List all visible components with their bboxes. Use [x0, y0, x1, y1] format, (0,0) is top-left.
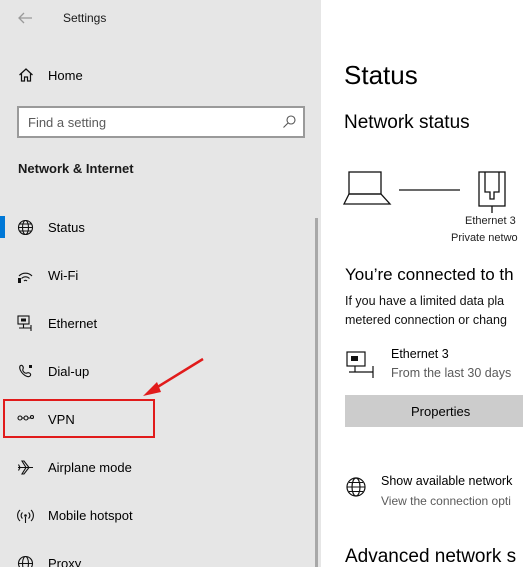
- description-text: If you have a limited data pla metered c…: [345, 292, 507, 330]
- sidebar-item-vpn[interactable]: VPN: [0, 397, 316, 441]
- diagram-adapter-name: Ethernet 3: [465, 215, 516, 227]
- title-bar: Settings: [0, 0, 321, 38]
- airplane-icon: [18, 460, 33, 475]
- home-icon: [19, 68, 33, 82]
- sidebar-item-label: Ethernet: [48, 316, 98, 331]
- app-title: Settings: [63, 11, 107, 25]
- home-nav-item[interactable]: Home: [0, 58, 321, 92]
- sidebar-item-label: Wi-Fi: [48, 268, 79, 283]
- wifi-icon: [18, 272, 33, 283]
- connected-heading: You’re connected to th: [345, 265, 514, 284]
- show-networks-desc: View the connection opti: [381, 494, 511, 508]
- adapter-usage: From the last 30 days: [391, 366, 512, 380]
- search-icon[interactable]: [281, 114, 297, 130]
- search-input[interactable]: [28, 113, 268, 131]
- sidebar-item-wifi[interactable]: Wi-Fi: [0, 253, 316, 297]
- description-line: metered connection or chang: [345, 313, 507, 327]
- back-arrow-icon[interactable]: [16, 9, 34, 27]
- sidebar: Settings Home Network & Internet Status …: [0, 0, 321, 567]
- home-label: Home: [48, 68, 83, 83]
- section-title: Network & Internet: [18, 161, 134, 176]
- sidebar-scrollbar[interactable]: [315, 218, 318, 567]
- description-line: If you have a limited data pla: [345, 294, 505, 308]
- sidebar-item-ethernet[interactable]: Ethernet: [0, 301, 316, 345]
- page-title: Status: [344, 60, 418, 90]
- ethernet-port-icon: [478, 171, 506, 213]
- globe-icon: [17, 219, 34, 236]
- laptop-icon: [343, 171, 392, 205]
- sidebar-item-label: VPN: [48, 412, 75, 427]
- sidebar-item-label: Airplane mode: [48, 460, 132, 475]
- show-networks-title: Show available network: [381, 474, 513, 488]
- network-status-title: Network status: [344, 112, 470, 133]
- vpn-icon: [17, 414, 34, 421]
- sidebar-item-label: Mobile hotspot: [48, 508, 133, 523]
- sidebar-item-label: Proxy: [48, 556, 82, 567]
- active-indicator: [0, 216, 5, 238]
- sidebar-item-airplane-mode[interactable]: Airplane mode: [0, 445, 316, 489]
- adapter-summary: Ethernet 3 From the last 30 days: [343, 347, 523, 381]
- globe-icon: [17, 555, 34, 567]
- sidebar-item-label: Dial-up: [48, 364, 90, 379]
- adapter-name: Ethernet 3: [391, 347, 449, 361]
- diagram-network-type: Private netwo: [451, 232, 518, 244]
- sidebar-item-mobile-hotspot[interactable]: Mobile hotspot: [0, 493, 316, 537]
- dialup-icon: [19, 364, 32, 378]
- advanced-network-heading: Advanced network s: [345, 546, 517, 567]
- sidebar-item-label: Status: [48, 220, 85, 235]
- ethernet-icon: [346, 351, 374, 378]
- search-box[interactable]: [17, 106, 305, 138]
- network-diagram: [343, 171, 506, 213]
- globe-icon: [346, 477, 366, 497]
- sidebar-item-dialup[interactable]: Dial-up: [0, 349, 316, 393]
- sidebar-item-proxy[interactable]: Proxy: [0, 541, 316, 567]
- main-content: Status Network status Ethernet 3 Private…: [321, 0, 523, 567]
- sidebar-item-status[interactable]: Status: [0, 205, 316, 249]
- hotspot-icon: [17, 509, 34, 523]
- properties-button[interactable]: Properties: [345, 395, 523, 427]
- ethernet-icon: [17, 315, 32, 331]
- show-available-networks-link[interactable]: Show available network View the connecti…: [343, 472, 523, 512]
